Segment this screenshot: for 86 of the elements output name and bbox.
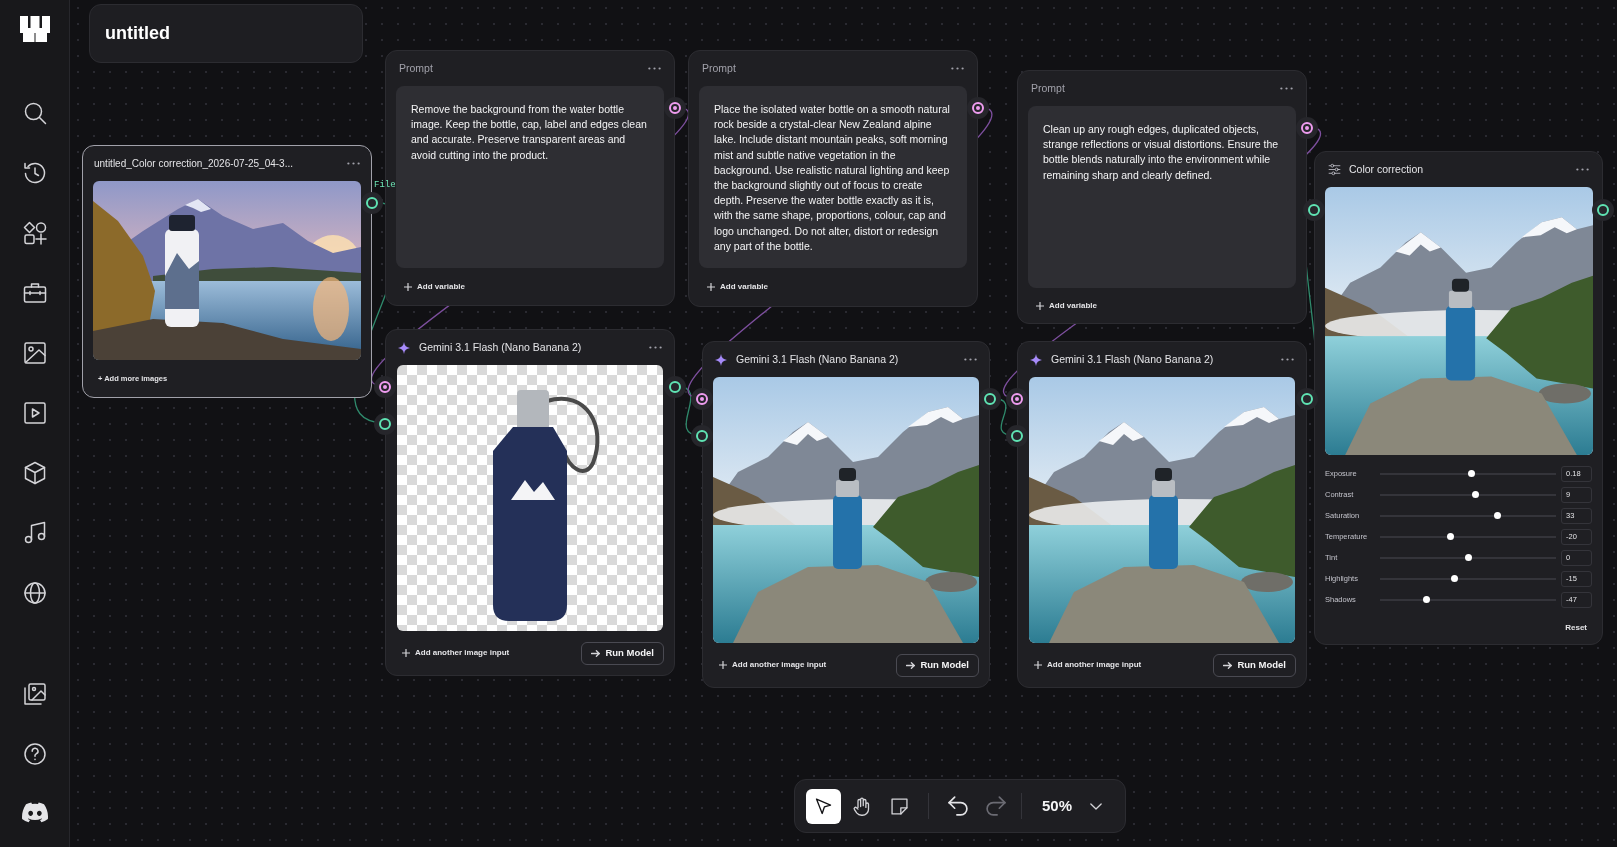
more-icon[interactable]	[1281, 358, 1294, 361]
run-model-button[interactable]: Run Model	[581, 641, 664, 665]
connection-port-icon[interactable]	[1303, 199, 1325, 221]
connection-port-icon[interactable]	[361, 192, 383, 214]
more-icon[interactable]	[649, 346, 662, 349]
connection-port-icon[interactable]	[691, 388, 713, 410]
plus-icon	[1034, 661, 1042, 669]
connection-port-icon[interactable]	[979, 388, 1001, 410]
plus-icon	[1036, 301, 1044, 310]
sparkle-icon	[398, 341, 410, 354]
history-icon[interactable]	[22, 161, 47, 185]
node-title: Color correction	[1349, 161, 1424, 177]
more-icon[interactable]	[1576, 168, 1589, 171]
add-image-input-button[interactable]: Add another image input	[402, 647, 510, 659]
plus-icon	[402, 649, 410, 657]
search-icon[interactable]	[22, 101, 47, 125]
cube-icon[interactable]	[22, 461, 47, 485]
connection-port-icon[interactable]	[967, 97, 989, 119]
controller-icon[interactable]	[21, 802, 48, 823]
arrow-right-icon	[906, 661, 916, 669]
globe-icon[interactable]	[22, 581, 47, 605]
reset-button[interactable]: Reset	[1565, 622, 1587, 634]
pointer-tool-button[interactable]	[806, 788, 841, 824]
pointer-icon	[813, 795, 834, 817]
slider-thumb[interactable]	[1472, 491, 1480, 498]
slider-thumb[interactable]	[1451, 575, 1459, 582]
add-variable-button[interactable]: Add variable	[404, 280, 465, 293]
add-image-input-button[interactable]: Add another image input	[1034, 659, 1142, 671]
sparkle-icon	[1030, 353, 1042, 366]
more-icon[interactable]	[964, 358, 977, 361]
sliders-icon	[1328, 163, 1341, 176]
connection-port-icon[interactable]	[691, 425, 713, 447]
zoom-level[interactable]: 50%	[1042, 794, 1073, 818]
briefcase-icon[interactable]	[22, 281, 47, 305]
connection-port-icon[interactable]	[664, 97, 686, 119]
music-note-icon[interactable]	[22, 521, 47, 545]
port-label: File	[374, 180, 396, 191]
plus-icon	[404, 282, 412, 291]
arrow-right-icon	[1223, 661, 1233, 669]
play-icon[interactable]	[22, 401, 47, 425]
slider-thumb[interactable]	[1464, 554, 1472, 561]
plus-icon	[719, 661, 727, 669]
note-icon	[889, 795, 910, 817]
prompt-field[interactable]: Place the isolated water bottle on a smooth natural rock beside a crystal-clear New Zealand alpine lake. Include distant mountain peaks, soft morning mist and subtle native vegetation in the background. Use realistic natural lighting and keep the background slightly out of focus to create depth. Preserve the water bottle exactly as it is, with the same shape, proportions, colour, cap and logo unchanged. Do not alter, distort or redesign any part of the bottle.	[699, 86, 967, 268]
node-title: Prompt	[1031, 80, 1065, 96]
more-icon[interactable]	[347, 162, 360, 165]
connection-port-icon[interactable]	[1006, 388, 1028, 410]
connection-port-icon[interactable]	[664, 376, 686, 398]
node-title: Prompt	[702, 60, 736, 76]
hand-icon	[851, 795, 872, 817]
connection-port-icon[interactable]	[1296, 117, 1318, 139]
connection-port-icon[interactable]	[1296, 388, 1318, 410]
add-variable-button[interactable]: Add variable	[707, 281, 768, 293]
add-variable-button[interactable]: Add variable	[1036, 299, 1097, 312]
node-title: untitled_Color correction_2026-07-25_04-3...	[94, 157, 293, 171]
connection-port-icon[interactable]	[374, 376, 396, 398]
images-icon[interactable]	[22, 682, 47, 706]
node-title: Prompt	[399, 60, 433, 76]
logo-icon[interactable]	[19, 16, 50, 42]
node-title: Gemini 3.1 Flash (Nano Banana 2)	[1051, 351, 1214, 367]
shapes-icon[interactable]	[22, 221, 47, 245]
connection-port-icon[interactable]	[374, 413, 396, 435]
more-icon[interactable]	[951, 67, 964, 70]
title-field[interactable]: untitled	[89, 4, 363, 63]
image-icon[interactable]	[22, 341, 47, 365]
arrow-right-icon	[591, 649, 601, 657]
slider-thumb[interactable]	[1423, 596, 1431, 603]
node-title: Gemini 3.1 Flash (Nano Banana 2)	[736, 351, 899, 367]
slider-thumb[interactable]	[1446, 533, 1454, 540]
slider-thumb[interactable]	[1468, 470, 1475, 477]
more-icon[interactable]	[1280, 87, 1293, 90]
run-model-button[interactable]: Run Model	[1213, 653, 1296, 677]
run-model-button[interactable]: Run Model	[896, 653, 979, 677]
slider-thumb[interactable]	[1493, 512, 1501, 519]
sparkle-icon	[715, 353, 727, 366]
undo-icon[interactable]	[947, 796, 968, 816]
prompt-field[interactable]: Clean up any rough edges, duplicated objects, strange reflections or visual distortions. Ensure the bottle blends naturally into the environment while remaining sharp and clearly defined.	[1028, 106, 1296, 288]
prompt-field[interactable]: Remove the background from the water bottle image. Keep the bottle, cap, label and edges clean and accurate. Preserve transparent areas and avoid cutting into the product.	[396, 86, 664, 268]
add-image-input-button[interactable]: Add another image input	[719, 659, 827, 671]
chevron-down-icon[interactable]	[1090, 802, 1103, 810]
plus-icon	[707, 283, 715, 291]
connection-port-icon[interactable]	[1006, 425, 1028, 447]
connection-port-icon[interactable]	[1592, 199, 1614, 221]
help-icon[interactable]	[22, 742, 47, 766]
node-title: Gemini 3.1 Flash (Nano Banana 2)	[419, 339, 582, 355]
more-icon[interactable]	[648, 67, 661, 70]
